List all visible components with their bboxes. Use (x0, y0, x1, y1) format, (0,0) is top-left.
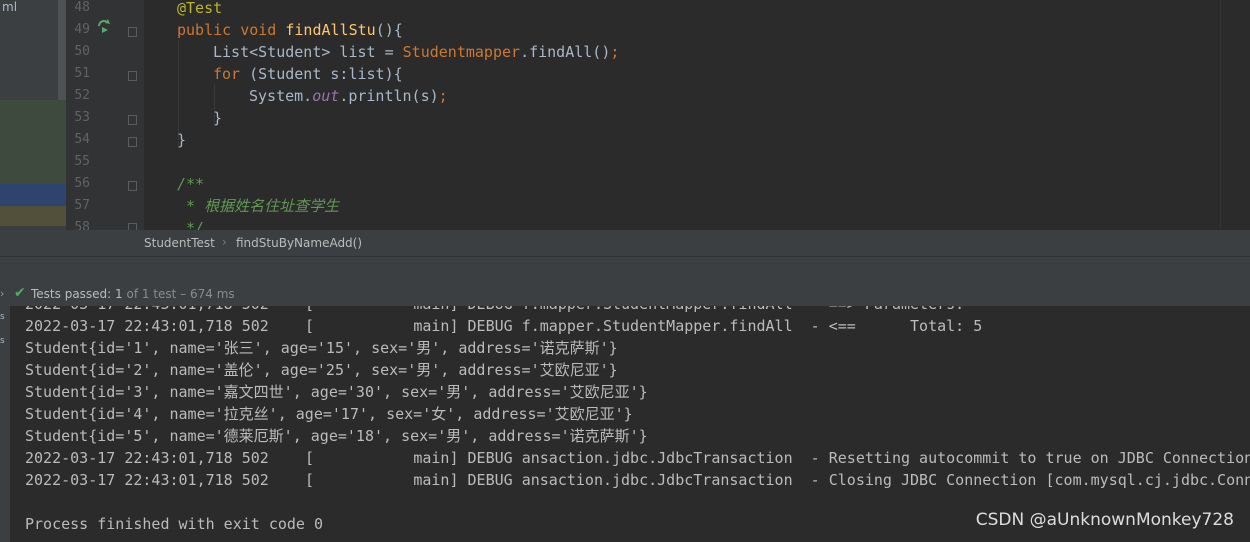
test-pass-count: 1 (115, 287, 123, 301)
project-file-fragment[interactable]: ml (2, 0, 17, 14)
test-status-bar: › ✔ Tests passed: 1 of 1 test – 674 ms (0, 282, 1250, 306)
line-number: 51 (74, 66, 90, 81)
code-comment: * 根据姓名住址查学生 (177, 197, 340, 215)
expand-chevron-icon[interactable]: › (0, 287, 4, 300)
console-output[interactable]: 2022-03-17 22:43:01,718 502 [ main] DEBU… (10, 306, 1250, 542)
breadcrumb-separator: › (222, 235, 227, 249)
breadcrumb: StudentTest › findStuByNameAdd() (0, 230, 1250, 256)
line-number: 53 (74, 110, 90, 125)
code-line-48[interactable]: @Test (177, 0, 222, 19)
test-status-detail: of 1 test – 674 ms (122, 287, 235, 301)
tool-window-header (0, 256, 1250, 283)
annotation-test: @Test (177, 0, 223, 17)
line-number: 56 (74, 176, 90, 191)
code-line-49[interactable]: public void findAllStu(){ (177, 19, 403, 41)
console-side-fragment[interactable]: s (0, 312, 5, 322)
fold-icon[interactable] (128, 71, 137, 81)
console-line-exit: Process finished with exit code 0 (25, 515, 324, 533)
code-line-57[interactable]: * 根据姓名住址查学生 (177, 195, 339, 217)
line-number: 49 (74, 22, 90, 37)
project-selection-highlight (0, 100, 66, 184)
breadcrumb-class[interactable]: StudentTest (144, 236, 215, 250)
fold-icon[interactable] (128, 115, 137, 125)
code-semicolon: ; (438, 87, 448, 105)
code-keyword: public void (177, 21, 286, 39)
check-icon: ✔ (14, 285, 26, 301)
code-line-50[interactable]: List<Student> list = Studentmapper.findA… (213, 41, 619, 63)
code-text: (Student s:list){ (249, 65, 403, 83)
console-line: Student{id='4', name='拉克丝', age='17', se… (25, 405, 633, 423)
fold-icon[interactable] (128, 181, 137, 191)
method-name: findAllStu (285, 21, 376, 39)
code-text: List<Student> list = (213, 43, 403, 61)
line-number: 55 (74, 154, 90, 169)
fold-icon[interactable] (128, 137, 137, 147)
code-field: out (312, 87, 340, 105)
code-line-52[interactable]: System.out.println(s); (249, 85, 448, 107)
test-status-label: Tests passed: (31, 287, 116, 301)
console-line: 2022-03-17 22:43:01,718 502 [ main] DEBU… (25, 471, 1250, 489)
project-selected-row[interactable] (0, 184, 66, 206)
project-scrollbar[interactable] (58, 0, 66, 100)
console-side-fragment[interactable]: s (0, 336, 5, 346)
code-keyword: for (213, 65, 250, 83)
console-side-toolbar: s s (0, 306, 10, 542)
code-line-51[interactable]: for (Student s:list){ (213, 63, 403, 85)
project-panel-strip[interactable]: ml (0, 0, 66, 230)
code-line-54[interactable]: } (177, 129, 186, 151)
run-test-icon[interactable] (96, 18, 112, 38)
code-text: .println(s) (339, 87, 439, 105)
line-number: 57 (74, 198, 90, 213)
code-comment: /** (177, 175, 205, 193)
line-number: 52 (74, 88, 90, 103)
fold-icon[interactable] (128, 27, 137, 37)
editor-right-gutter[interactable] (1220, 0, 1250, 230)
line-number: 48 (74, 0, 90, 15)
code-identifier: Studentmapper (402, 43, 521, 61)
console-line: 2022-03-17 22:43:01,718 502 [ main] DEBU… (25, 449, 1250, 467)
console-line: 2022-03-17 22:43:01,718 502 [ main] DEBU… (25, 306, 964, 315)
console-line: Student{id='1', name='张三', age='15', sex… (25, 339, 618, 357)
test-status-text: Tests passed: 1 of 1 test – 674 ms (31, 287, 235, 301)
console-line: Student{id='2', name='盖伦', age='25', sex… (25, 361, 618, 379)
console-line: Student{id='5', name='德莱厄斯', age='18', s… (25, 427, 648, 445)
console-line: 2022-03-17 22:43:01,718 502 [ main] DEBU… (25, 317, 983, 335)
code-text: } (177, 131, 187, 149)
watermark: CSDN @aUnknownMonkey728 (975, 510, 1234, 530)
line-number: 50 (74, 44, 90, 59)
code-line-53[interactable]: } (213, 107, 222, 129)
code-text: .findAll() (520, 43, 611, 61)
project-highlight-row[interactable] (0, 206, 66, 226)
code-text: } (213, 109, 223, 127)
code-semicolon: ; (610, 43, 620, 61)
code-text: System. (249, 87, 313, 105)
breadcrumb-method[interactable]: findStuByNameAdd() (236, 236, 362, 250)
line-number: 54 (74, 132, 90, 147)
console-line: Student{id='3', name='嘉文四世', age='30', s… (25, 383, 648, 401)
code-line-56[interactable]: /** (177, 173, 204, 195)
code-text: (){ (375, 21, 403, 39)
